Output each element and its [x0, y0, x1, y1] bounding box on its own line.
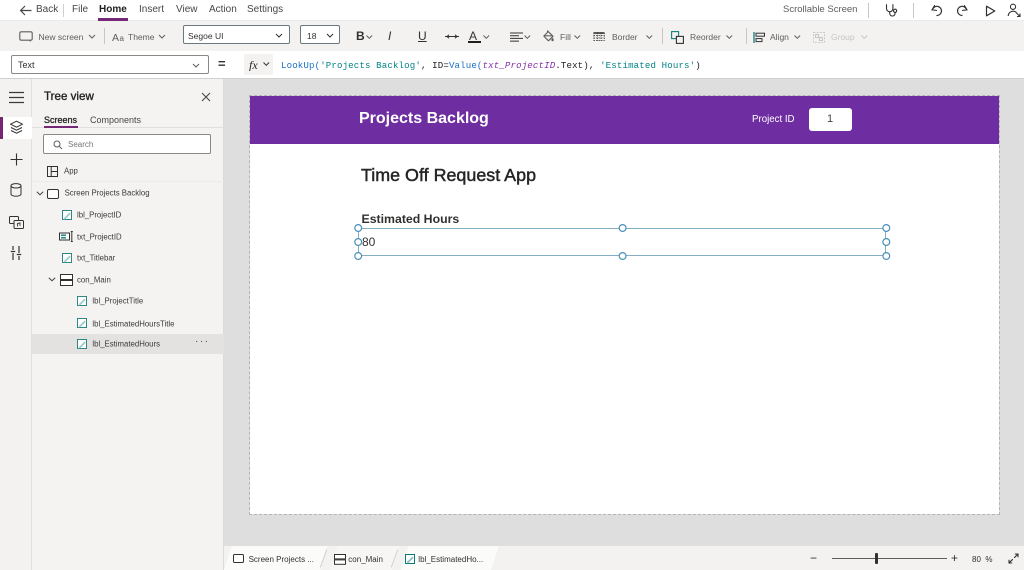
svg-text:fx: fx [249, 58, 258, 71]
svg-text:A: A [112, 32, 119, 43]
svg-text:a: a [120, 34, 125, 43]
